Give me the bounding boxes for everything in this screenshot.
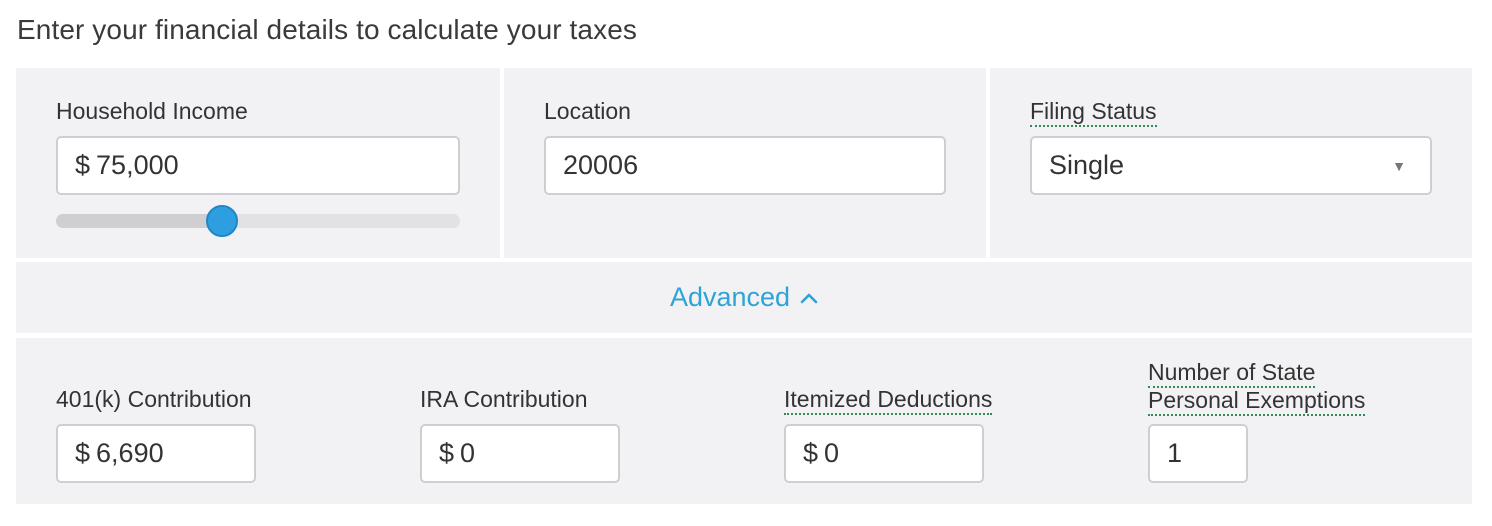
location-label: Location [544,98,631,124]
itemized-deductions-value: 0 [824,438,840,468]
filing-status-value: Single [1049,150,1125,180]
filing-status-label: Filing Status [1030,98,1157,127]
household-income-slider[interactable] [56,205,460,237]
currency-symbol: $ [75,150,91,180]
slider-thumb[interactable] [206,205,238,237]
401k-contribution-label: 401(k) Contribution [56,386,252,412]
household-income-label: Household Income [56,98,248,124]
advanced-toggle[interactable]: Advanced [16,262,1472,333]
state-exemptions-label: Number of State Personal Exemptions [1148,358,1366,416]
location-value: 20006 [563,150,639,180]
chevron-up-icon [800,293,818,303]
currency-symbol: $ [439,438,455,468]
itemized-deductions-label: Itemized Deductions [784,386,993,415]
currency-symbol: $ [803,438,819,468]
401k-contribution-input[interactable]: $ 6,690 [56,424,256,483]
slider-fill [56,214,222,228]
state-exemptions-input[interactable]: 1 [1148,424,1248,483]
location-panel: Location 20006 [504,68,986,258]
location-input[interactable]: 20006 [544,136,946,195]
household-income-value: 75,000 [96,150,179,180]
filing-status-select[interactable]: Single ▼ [1030,136,1432,195]
advanced-label: Advanced [669,282,791,312]
household-income-input[interactable]: $ 75,000 [56,136,460,195]
advanced-fields-panel: 401(k) Contribution $ 6,690 IRA Contribu… [16,338,1472,504]
triangle-down-icon: ▼ [1392,158,1406,174]
filing-status-panel: Filing Status Single ▼ [990,68,1472,258]
state-exemptions-value: 1 [1167,438,1183,468]
advanced-panel: Advanced [16,262,1472,333]
ira-contribution-input[interactable]: $ 0 [420,424,620,483]
page-title: Enter your financial details to calculat… [17,14,637,45]
household-income-panel: Household Income $ 75,000 [16,68,500,258]
ira-contribution-value: 0 [460,438,476,468]
401k-contribution-value: 6,690 [96,438,164,468]
ira-contribution-label: IRA Contribution [420,386,588,412]
itemized-deductions-input[interactable]: $ 0 [784,424,984,483]
currency-symbol: $ [75,438,91,468]
